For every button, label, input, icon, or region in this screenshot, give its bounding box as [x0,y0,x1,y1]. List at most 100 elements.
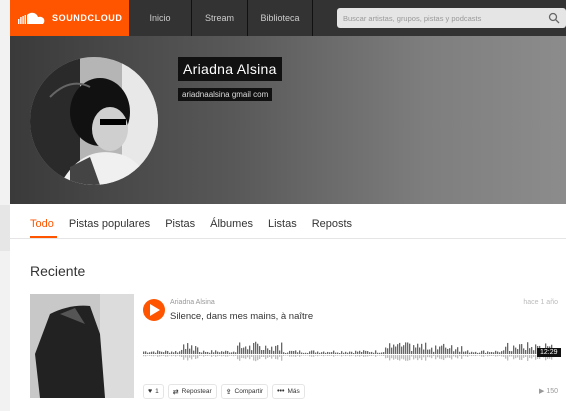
waveform-bar [383,352,385,354]
waveform-reflection [461,355,463,359]
waveform-reflection [203,355,205,357]
waveform-reflection [493,355,495,356]
tab-listas[interactable]: Listas [268,218,297,234]
track-title[interactable]: Silence, dans mes mains, à naître [170,311,313,322]
waveform-reflection [495,355,497,357]
repost-button[interactable]: ⇄ Repostear [167,384,217,399]
waveform-reflection [293,355,295,357]
waveform-bar [183,344,185,354]
waveform-reflection [161,355,163,357]
soundcloud-logo[interactable]: SOUNDCLOUD [10,0,129,36]
waveform-bar [189,348,191,354]
search-icon[interactable] [548,12,560,24]
waveform-reflection [513,355,515,360]
waveform-bar [385,347,387,354]
waveform-bar [331,352,333,354]
waveform-bar [367,351,369,354]
waveform-bar [377,352,379,354]
more-button[interactable]: ••• Más [272,384,305,399]
waveform-bar [485,352,487,354]
waveform-bar [343,352,345,354]
waveform-reflection [339,355,341,356]
waveform-bar [249,345,251,354]
waveform-reflection [323,355,325,357]
waveform-reflection [205,355,207,357]
waveform-bar [415,347,417,354]
waveform-reflection [217,355,219,357]
waveform-reflection [149,355,151,356]
tab-albumes[interactable]: Álbumes [210,218,253,234]
waveform-reflection [395,355,397,359]
waveform-reflection [443,355,445,361]
waveform-bar [503,350,505,354]
waveform-reflection [227,355,229,357]
waveform-bar [261,350,263,354]
search-input[interactable] [337,8,566,29]
waveform-bar [427,349,429,354]
share-button[interactable]: ⇪ Compartir [220,384,269,399]
waveform-reflection [219,355,221,356]
waveform-bar [363,350,365,354]
waveform-reflection [287,355,289,356]
tab-pistas[interactable]: Pistas [165,218,195,234]
waveform-reflection [327,355,329,357]
waveform-bar [297,352,299,354]
waveform-bar [513,345,515,354]
tab-pistas-populares[interactable]: Pistas populares [69,218,150,234]
waveform-bar [417,343,419,354]
waveform-bar [395,346,397,354]
waveform-reflection [367,355,369,357]
waveform-bar [521,344,523,354]
waveform-bar [205,351,207,354]
waveform-bar [483,350,485,354]
waveform-reflection [297,355,299,356]
waveform-bar [381,352,383,354]
waveform-bar [185,349,187,354]
waveform-bar [443,343,445,354]
waveform-reflection [251,355,253,357]
track-artwork[interactable] [30,294,134,398]
waveform-bar [365,350,367,354]
waveform-bar [273,350,275,354]
waveform-reflection [457,355,459,359]
track-artist[interactable]: Ariadna Alsina [170,299,215,306]
waveform-bar [247,349,249,354]
tab-reposts[interactable]: Reposts [312,218,352,234]
waveform-reflection [301,355,303,356]
waveform-reflection [521,355,523,360]
waveform-reflection [321,355,323,356]
tab-todo[interactable]: Todo [30,218,54,234]
nav-stream[interactable]: Stream [192,0,248,36]
waveform-bar [349,351,351,354]
waveform-bar [495,350,497,354]
waveform-reflection [241,355,243,358]
nav-biblioteca[interactable]: Biblioteca [248,0,313,36]
nav-inicio[interactable]: Inicio [129,0,192,36]
waveform-bar [493,352,495,354]
waveform-bar [375,350,377,354]
waveform-bar [321,352,323,354]
waveform-bar [445,347,447,354]
play-button[interactable] [143,299,165,321]
waveform-reflection [449,355,451,358]
waveform-reflection [369,355,371,356]
waveform-reflection [257,355,259,361]
profile-header: Ariadna Alsina ariadnaalsina gmail com [10,36,566,204]
waveform-bar [265,345,267,354]
waveform-bar [281,342,283,354]
waveform-bar [147,352,149,354]
profile-avatar[interactable] [30,57,158,185]
waveform-reflection [489,355,491,356]
waveform-bar [467,350,469,354]
waveform-bar [307,352,309,354]
waveform-bar [231,352,233,354]
waveform-reflection [309,355,311,357]
waveform-bar [253,342,255,354]
waveform-bar [453,351,455,354]
waveform-reflection [439,355,441,359]
waveform-reflection [273,355,275,357]
track-waveform[interactable] [143,332,557,368]
like-button[interactable]: ♥ 1 [143,384,164,399]
waveform-reflection [223,355,225,357]
waveform-bar [159,351,161,354]
